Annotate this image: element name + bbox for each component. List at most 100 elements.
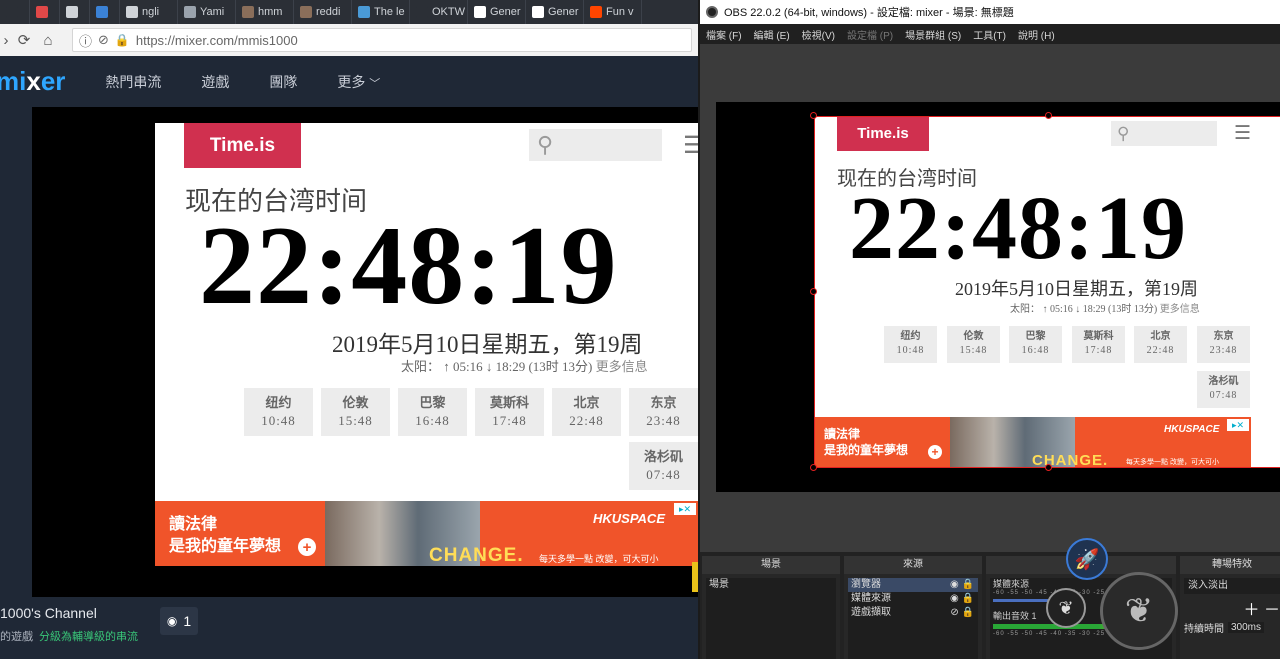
source-label: 瀏覽器 [851,579,881,590]
stream-player[interactable]: Time.is ⚲ ☰ 现在的台湾时间 22:48:19 2019年5月10日星… [32,107,698,597]
eye-icon: ◉ [166,614,178,628]
channel-rating-link[interactable]: 分級為輔導級的串流 [39,631,138,643]
wiki-icon [474,6,486,18]
rocket-icon[interactable]: 🚀 [1066,538,1108,580]
transition-select[interactable]: 淡入淡出 [1184,578,1280,594]
obs-menu-item[interactable]: 工具(T) [973,27,1006,42]
eye-lock-icon[interactable]: ◉ 🔒 [950,578,974,592]
ad-change: CHANGE. [429,545,524,566]
city-box[interactable]: 东京 23:48 [629,388,698,436]
blocked-icon[interactable]: ⊘ [98,32,109,48]
city-name: 洛杉矶 [643,449,683,464]
browser-tab[interactable]: Yami [178,0,236,24]
leaf-icon[interactable]: ❦ [1046,588,1086,628]
city-box[interactable]: 伦敦 15:48 [321,388,390,436]
mixer-nav: mixer 熱門串流 遊戲 團隊 更多 ﹀ [0,56,698,107]
obs-menubar: 檔案 (F) 編輯 (E) 檢視(V) 設定檔 (P) 場景群組 (S) 工具(T) 說明 … [700,24,1280,44]
reddit-icon [590,6,602,18]
eye-lock-icon[interactable]: ◉ 🔒 [950,592,974,606]
transitions-panel: 淡入淡出 ＋ － 持續時間 300ms [1184,578,1280,659]
hidden-lock-icon[interactable]: ⊘ 🔒 [950,606,974,620]
scene-item[interactable]: 場景 [706,578,836,592]
city-time: 07:48 [646,466,681,482]
obs-preview[interactable]: Time.is ⚲ ☰ 现在的台湾时间 22:48:19 2019年5月10日星… [700,44,1280,552]
resize-handle-tl[interactable] [810,112,817,119]
blank [416,6,428,18]
browser-tab-label: Fun v [606,6,634,18]
sources-dock: 來源 瀏覽器 ◉ 🔒 媒體來源 ◉ 🔒 遊戲擷取 ⊘ 🔒 [844,556,982,659]
ad-brand: HKUSPACE [593,511,665,526]
resize-handle-tm[interactable] [1045,112,1052,119]
forward-arrow-icon[interactable]: › [0,28,12,52]
sun-more: 更多信息 [595,359,648,374]
address-bar[interactable]: ⓘ ⊘ 🔒 https://mixer.com/mmis1000 [72,28,692,52]
city-name: 伦敦 [342,395,369,410]
info-icon[interactable]: ⓘ [79,31,92,50]
browser-tab[interactable]: Gener [526,0,584,24]
city-box[interactable]: 北京 22:48 [552,388,621,436]
browser-tab[interactable]: reddi [294,0,352,24]
browser-tab[interactable] [30,0,60,24]
viewer-count-value: 1 [183,613,192,629]
browser-tab[interactable] [90,0,120,24]
city-time: 16:48 [415,412,450,428]
browser-tab[interactable] [0,0,30,24]
browser-tab[interactable]: The le [352,0,410,24]
duration-input[interactable]: 300ms [1228,622,1265,633]
browser-tab[interactable]: Fun v [584,0,642,24]
obs-menu-item[interactable]: 檢視(V) [802,27,835,42]
p-favicon-icon [6,6,18,18]
browser-tab[interactable]: hmm [236,0,294,24]
city-name: 纽约 [265,395,292,410]
nav-trending[interactable]: 熱門串流 [105,72,161,92]
browser-tab[interactable] [60,0,90,24]
tab-strip: ngli Yami hmm reddi The le OKTW Liv Gener Gener… [0,0,698,24]
obs-menu-item[interactable]: 說明 (H) [1018,27,1055,42]
timeis-search: ⚲ [529,129,662,161]
source-item[interactable]: 媒體來源 ◉ 🔒 [848,592,978,606]
source-item[interactable]: 遊戲擷取 ⊘ 🔒 [848,606,978,620]
city-box[interactable]: 纽约 10:48 [244,388,313,436]
obs-menu-item[interactable]: 編輯 (E) [754,27,790,42]
source-item[interactable]: 瀏覽器 ◉ 🔒 [848,578,978,592]
adchoices-icon[interactable]: ▸✕ [674,503,696,515]
logo-suffix: er [40,66,66,96]
obs-dock-area: 場景 場景 來源 瀏覽器 ◉ 🔒 媒體來源 ◉ 🔒 遊戲擷取 ⊘ 🔒 媒體來源 -60… [700,538,1280,659]
globe-icon [66,6,78,18]
stream-content-timeis: Time.is ⚲ ☰ 现在的台湾时间 22:48:19 2019年5月10日星… [155,123,698,566]
city-box[interactable]: 巴黎 16:48 [398,388,467,436]
home-icon[interactable]: ⌂ [36,28,60,52]
nav-games[interactable]: 遊戲 [201,72,229,92]
city-box[interactable]: 莫斯科 17:48 [475,388,544,436]
nav-more[interactable]: 更多 ﹀ [337,72,380,92]
desktop: ngli Yami hmm reddi The le OKTW Liv Gener Gener… [0,0,1280,659]
source-selection-box[interactable] [814,116,1280,468]
browser-tab[interactable]: Gener [468,0,526,24]
reload-icon[interactable]: ⟳ [12,28,36,52]
obs-menu-item[interactable]: 場景群組 (S) [905,27,961,42]
leaf-button-main[interactable]: ❦ [1100,572,1178,650]
ad-tagline: 每天多學一點 改變，可大可小 [539,554,659,564]
url-text[interactable]: https://mixer.com/mmis1000 [136,33,298,48]
nav-more-label: 更多 [337,73,366,90]
obs-menu-item: 設定檔 (P) [847,30,894,42]
browser-tab-label: Yami [200,6,225,18]
scenes-list[interactable]: 場景 [706,578,836,659]
resize-handle-bl[interactable] [810,464,817,471]
duration-row: 持續時間 300ms [1184,620,1280,635]
remove-icon[interactable]: － [1264,602,1280,619]
obs-menu-item[interactable]: 檔案 (F) [706,27,742,42]
browser-tab[interactable]: ngli [120,0,178,24]
browser-tab[interactable]: OKTW Liv [410,0,468,24]
obs-title: OBS 22.0.2 (64-bit, windows) - 設定檔: mixe… [724,7,1014,19]
add-icon[interactable]: ＋ [1244,602,1260,619]
resize-handle-bm[interactable] [1045,464,1052,471]
channel-category[interactable]: 的遊戲 [0,631,33,643]
mixer-logo[interactable]: mixer [0,66,65,97]
sources-list[interactable]: 瀏覽器 ◉ 🔒 媒體來源 ◉ 🔒 遊戲擷取 ⊘ 🔒 [848,578,978,659]
nav-teams[interactable]: 團隊 [269,72,297,92]
resize-handle-ml[interactable] [810,288,817,295]
city-box[interactable]: 洛杉矶 07:48 [629,442,698,490]
city-name: 北京 [573,395,600,410]
channel-name[interactable]: 1000's Channel [0,605,97,621]
